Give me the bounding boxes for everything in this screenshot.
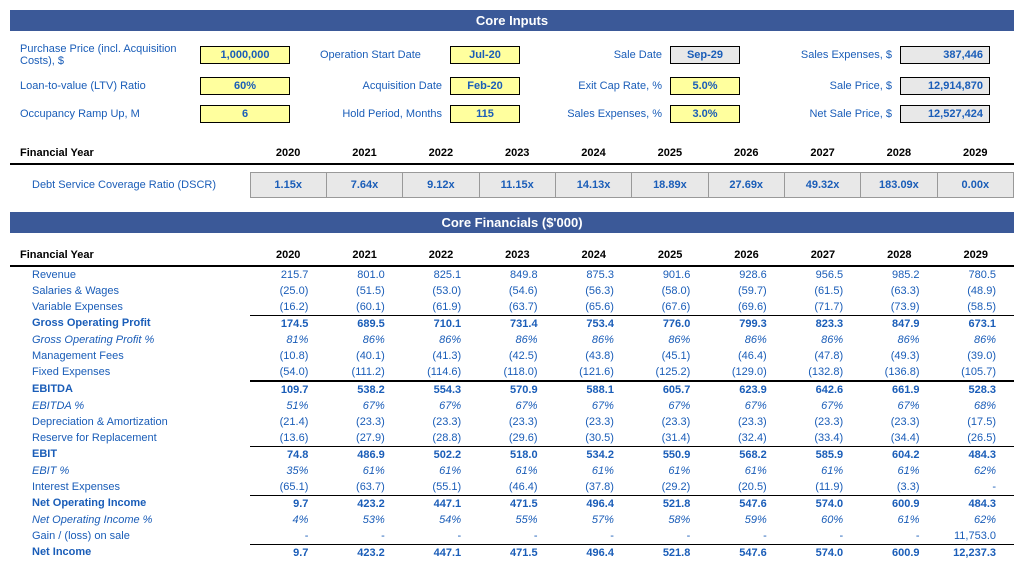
year-2020: 2020	[250, 143, 326, 164]
row-reserve: Reserve for Replacement(13.6)(27.9)(28.8…	[10, 430, 1014, 447]
row-gop: Gross Operating Profit174.5689.5710.1731…	[10, 315, 1014, 332]
acq-date-label: Acquisition Date	[320, 80, 450, 92]
hold-period-label: Hold Period, Months	[320, 108, 450, 120]
operation-start-label: Operation Start Date	[320, 49, 450, 61]
sales-exp-pct-label: Sales Expenses, %	[550, 108, 670, 120]
sales-expenses-amt-label: Sales Expenses, $	[770, 49, 900, 61]
row-interest: Interest Expenses(65.1)(63.7)(55.1)(46.4…	[10, 479, 1014, 496]
year-2022: 2022	[403, 143, 479, 164]
row-noi-pct: Net Operating Income %4%53%54%55%57%58%5…	[10, 512, 1014, 528]
year-2029: 2029	[937, 143, 1013, 164]
dscr-label: Debt Service Coverage Ratio (DSCR)	[10, 172, 250, 197]
row-netincome: Net Income9.7423.2447.1471.5496.4521.854…	[10, 544, 1014, 561]
hold-period-input[interactable]: 115	[450, 105, 520, 123]
purchase-price-label: Purchase Price (incl. Acquisition Costs)…	[20, 43, 200, 67]
net-sale-value: 12,527,424	[900, 105, 990, 123]
row-da: Depreciation & Amortization(21.4)(23.3)(…	[10, 414, 1014, 430]
exit-cap-label: Exit Cap Rate, %	[550, 80, 670, 92]
fin-year-header: Financial Year 2020202120222023202420252…	[10, 245, 1014, 266]
row-gop-pct: Gross Operating Profit %81%86%86%86%86%8…	[10, 332, 1014, 348]
row-noi: Net Operating Income9.7423.2447.1471.549…	[10, 495, 1014, 512]
occ-ramp-label: Occupancy Ramp Up, M	[20, 108, 200, 120]
inputs-grid: Purchase Price (incl. Acquisition Costs)…	[10, 43, 1014, 123]
financials-table: Financial Year 2020202120222023202420252…	[10, 245, 1014, 561]
row-mgmt: Management Fees(10.8)(40.1)(41.3)(42.5)(…	[10, 348, 1014, 364]
row-ebitda: EBITDA109.7538.2554.3570.9588.1605.7623.…	[10, 381, 1014, 398]
row-ebit-pct: EBIT %35%61%61%61%61%61%61%61%61%62%	[10, 463, 1014, 479]
row-salaries: Salaries & Wages(25.0)(51.5)(53.0)(54.6)…	[10, 283, 1014, 299]
acq-date-input[interactable]: Feb-20	[450, 77, 520, 95]
row-fixed: Fixed Expenses(54.0)(111.2)(114.6)(118.0…	[10, 364, 1014, 381]
ltv-label: Loan-to-value (LTV) Ratio	[20, 80, 200, 92]
sale-date-label: Sale Date	[550, 49, 670, 61]
row-revenue: Revenue215.7801.0825.1849.8875.3901.6928…	[10, 266, 1014, 283]
core-inputs-header: Core Inputs	[10, 10, 1014, 31]
dscr-row: Debt Service Coverage Ratio (DSCR) 1.15x…	[10, 172, 1014, 197]
row-gain: Gain / (loss) on sale---------11,753.0	[10, 528, 1014, 545]
row-ebit: EBIT74.8486.9502.2518.0534.2550.9568.258…	[10, 446, 1014, 463]
year-2025: 2025	[632, 143, 708, 164]
year-2027: 2027	[784, 143, 860, 164]
operation-start-input[interactable]: Jul-20	[450, 46, 520, 64]
year-2023: 2023	[479, 143, 555, 164]
dscr-table: Financial Year 2020 2021 2022 2023 2024 …	[10, 143, 1014, 198]
sales-exp-pct-input[interactable]: 3.0%	[670, 105, 740, 123]
row-varexp: Variable Expenses(16.2)(60.1)(61.9)(63.7…	[10, 299, 1014, 316]
sales-expenses-amt-value: 387,446	[900, 46, 990, 64]
purchase-price-input[interactable]: 1,000,000	[200, 46, 290, 64]
occ-ramp-input[interactable]: 6	[200, 105, 290, 123]
sale-date-value: Sep-29	[670, 46, 740, 64]
year-2021: 2021	[326, 143, 402, 164]
core-financials-header: Core Financials ($'000)	[10, 212, 1014, 233]
year-2028: 2028	[861, 143, 937, 164]
ltv-input[interactable]: 60%	[200, 77, 290, 95]
net-sale-label: Net Sale Price, $	[770, 108, 900, 120]
year-2024: 2024	[555, 143, 631, 164]
year-2026: 2026	[708, 143, 784, 164]
sale-price-label: Sale Price, $	[770, 80, 900, 92]
exit-cap-input[interactable]: 5.0%	[670, 77, 740, 95]
year-header-row: Financial Year 2020 2021 2022 2023 2024 …	[10, 143, 1014, 164]
fy-label: Financial Year	[10, 143, 250, 164]
row-ebitda-pct: EBITDA %51%67%67%67%67%67%67%67%67%68%	[10, 398, 1014, 414]
sale-price-value: 12,914,870	[900, 77, 990, 95]
